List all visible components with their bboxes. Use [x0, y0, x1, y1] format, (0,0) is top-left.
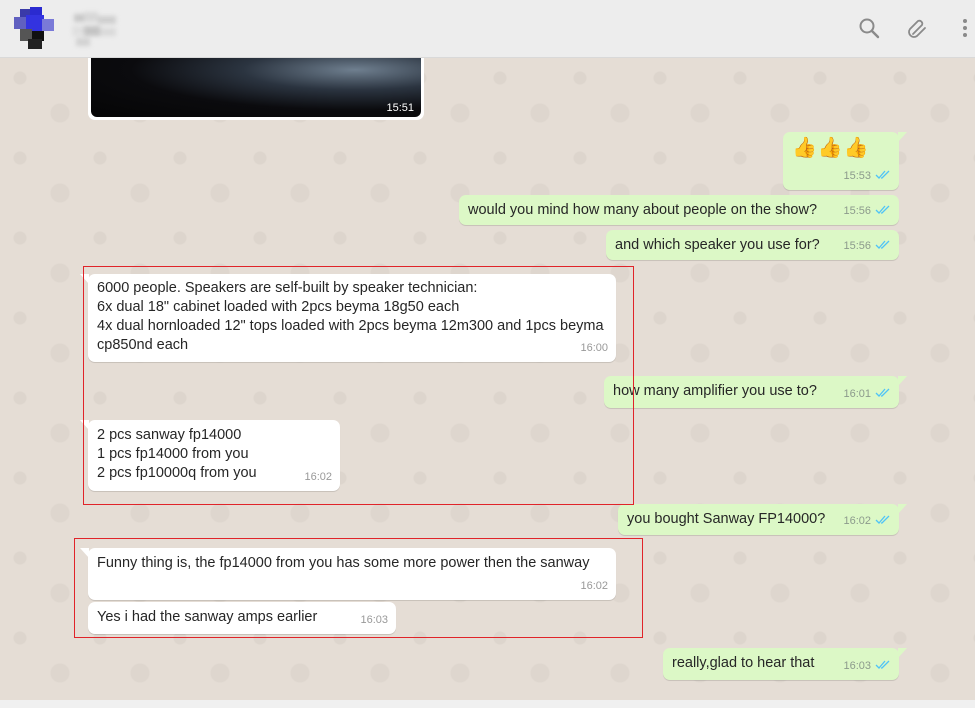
footer-strip	[0, 700, 975, 708]
message-text: you bought Sanway FP14000?	[627, 511, 826, 527]
chat-header	[0, 0, 975, 58]
message-image[interactable]	[91, 58, 421, 117]
message-time: 16:02	[580, 580, 608, 592]
contact-avatar[interactable]	[14, 7, 56, 49]
message-text: and which speaker you use for?	[615, 237, 820, 253]
message-time: 15:51	[386, 102, 414, 114]
message-time: 16:00	[580, 342, 608, 354]
message-bubble-outgoing[interactable]: you bought Sanway FP14000? 16:02	[618, 504, 907, 535]
read-ticks-icon	[875, 205, 890, 214]
message-bubble-outgoing[interactable]: really,glad to hear that 16:03	[663, 648, 907, 680]
message-time: 16:03	[843, 657, 891, 676]
message-time: 15:56	[843, 202, 891, 221]
message-bubble-incoming[interactable]: Funny thing is, the fp14000 from you has…	[80, 548, 616, 600]
message-bubble-incoming[interactable]: Yes i had the sanway amps earlier 16:03	[88, 602, 396, 634]
message-time: 16:02	[843, 512, 891, 531]
message-text: really,glad to hear that	[672, 655, 815, 671]
search-icon[interactable]	[858, 17, 880, 39]
message-bubble-incoming[interactable]: 2 pcs sanway fp14000 1 pcs fp14000 from …	[80, 420, 340, 491]
message-time: 16:01	[843, 385, 891, 404]
read-ticks-icon	[875, 240, 890, 249]
read-ticks-icon	[875, 170, 890, 179]
message-text: Yes i had the sanway amps earlier	[97, 609, 318, 625]
message-text: Funny thing is, the fp14000 from you has…	[97, 555, 590, 571]
contact-name-blurred[interactable]	[70, 10, 120, 48]
message-bubble-outgoing[interactable]: and which speaker you use for? 15:56	[606, 230, 899, 260]
message-bubble-incoming[interactable]: 6000 people. Speakers are self-built by …	[80, 274, 616, 362]
message-text: 2 pcs sanway fp14000 1 pcs fp14000 from …	[97, 427, 257, 481]
message-time: 16:02	[304, 471, 332, 483]
message-time: 15:56	[843, 237, 891, 256]
message-text: how many amplifier you use to?	[613, 383, 817, 399]
read-ticks-icon	[875, 660, 890, 669]
message-text: would you mind how many about people on …	[468, 202, 818, 218]
message-time: 15:53	[843, 167, 891, 186]
message-bubble-outgoing[interactable]: 👍👍👍 15:53	[783, 132, 907, 190]
message-text: 👍👍👍	[792, 137, 870, 159]
read-ticks-icon	[875, 515, 890, 524]
message-bubble-outgoing[interactable]: how many amplifier you use to? 16:01	[604, 376, 907, 408]
message-text: 6000 people. Speakers are self-built by …	[97, 280, 604, 353]
message-time: 16:03	[360, 614, 388, 626]
image-message[interactable]: 15:51	[88, 58, 424, 120]
menu-icon[interactable]	[960, 17, 970, 39]
message-bubble-outgoing[interactable]: would you mind how many about people on …	[459, 195, 899, 225]
read-ticks-icon	[875, 388, 890, 397]
attach-icon[interactable]	[906, 17, 928, 39]
message-list[interactable]: 15:51 👍👍👍 15:53 would you mind how many …	[0, 58, 975, 708]
